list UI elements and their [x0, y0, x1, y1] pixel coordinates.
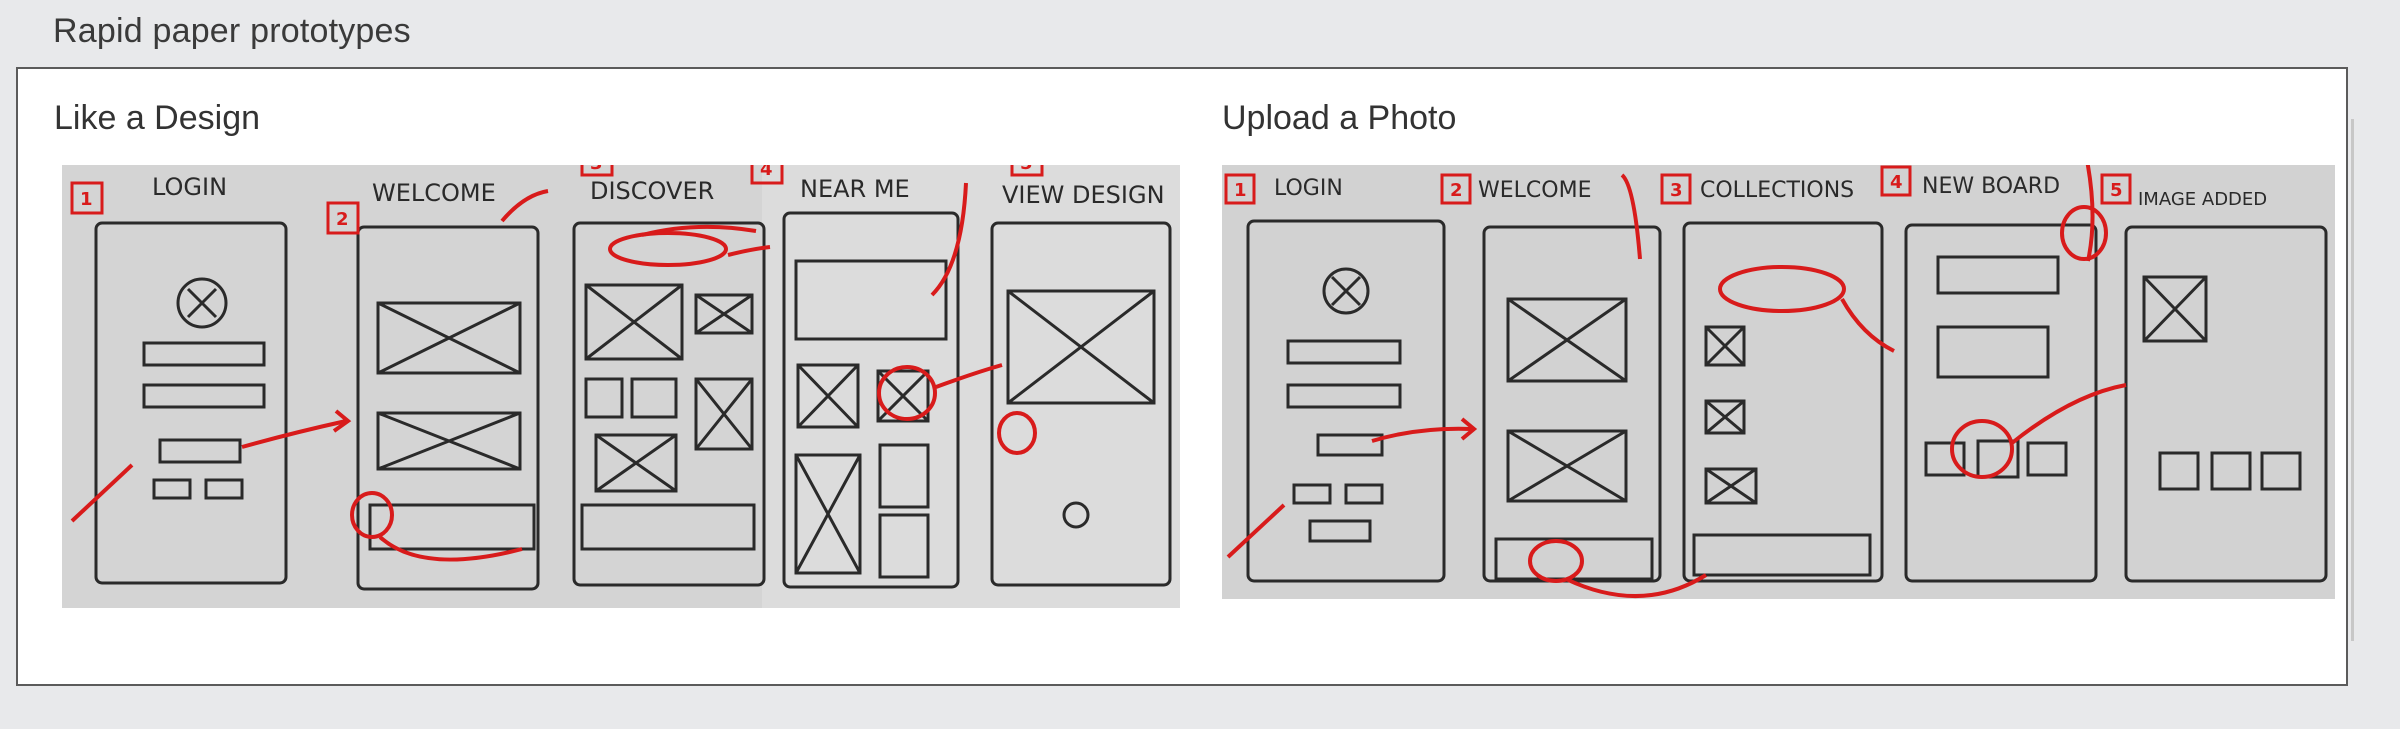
like-design-screen-5-number: 5: [1020, 165, 1033, 174]
page-title: Rapid paper prototypes: [53, 12, 411, 50]
section-title-like-a-design: Like a Design: [54, 99, 261, 137]
upload-photo-screen-4-label: NEW BOARD: [1922, 174, 2060, 199]
upload-photo-screen-3-label: COLLECTIONS: [1700, 178, 1854, 203]
sketch-like-a-design: 1 2 3 4 5 LOGIN WELCOME DISCOVER NEAR ME…: [62, 165, 1180, 608]
sketch-upload-a-photo: 1 2 3 4 5 LOGIN WELCOME COLLECTIONS NEW …: [1222, 165, 2335, 599]
upload-photo-screen-2-number: 2: [1450, 180, 1463, 201]
scroll-divider: [2351, 119, 2354, 641]
sketch-like-a-design-drawing: 1 2 3 4 5 LOGIN WELCOME DISCOVER NEAR ME…: [62, 165, 1180, 608]
like-design-screen-5-label: VIEW DESIGN: [1002, 181, 1165, 209]
like-design-screen-1-number: 1: [80, 189, 93, 210]
like-design-screen-3-number: 3: [590, 165, 603, 174]
upload-photo-screen-2-label: WELCOME: [1478, 178, 1591, 203]
upload-photo-screen-5-number: 5: [2110, 180, 2123, 201]
upload-photo-screen-1-label: LOGIN: [1274, 176, 1343, 201]
upload-photo-screen-4-number: 4: [1890, 172, 1903, 193]
section-title-upload-a-photo: Upload a Photo: [1222, 99, 1457, 137]
sketch-upload-a-photo-drawing: 1 2 3 4 5 LOGIN WELCOME COLLECTIONS NEW …: [1222, 165, 2335, 599]
upload-photo-screen-5-label: IMAGE ADDED: [2138, 189, 2267, 210]
like-design-screen-2-label: WELCOME: [372, 179, 496, 207]
like-design-screen-3-label: DISCOVER: [590, 177, 714, 205]
like-design-screen-1-label: LOGIN: [152, 173, 227, 201]
like-design-screen-2-number: 2: [336, 209, 349, 230]
prototypes-card: Like a Design Upload a Photo 1 2 4 LOGIN…: [16, 67, 2354, 686]
like-design-screen-4-label: NEAR ME: [800, 175, 910, 203]
upload-photo-screen-1-number: 1: [1234, 180, 1247, 201]
upload-photo-screen-3-number: 3: [1670, 180, 1683, 201]
like-design-screen-4-number: 4: [760, 165, 773, 180]
